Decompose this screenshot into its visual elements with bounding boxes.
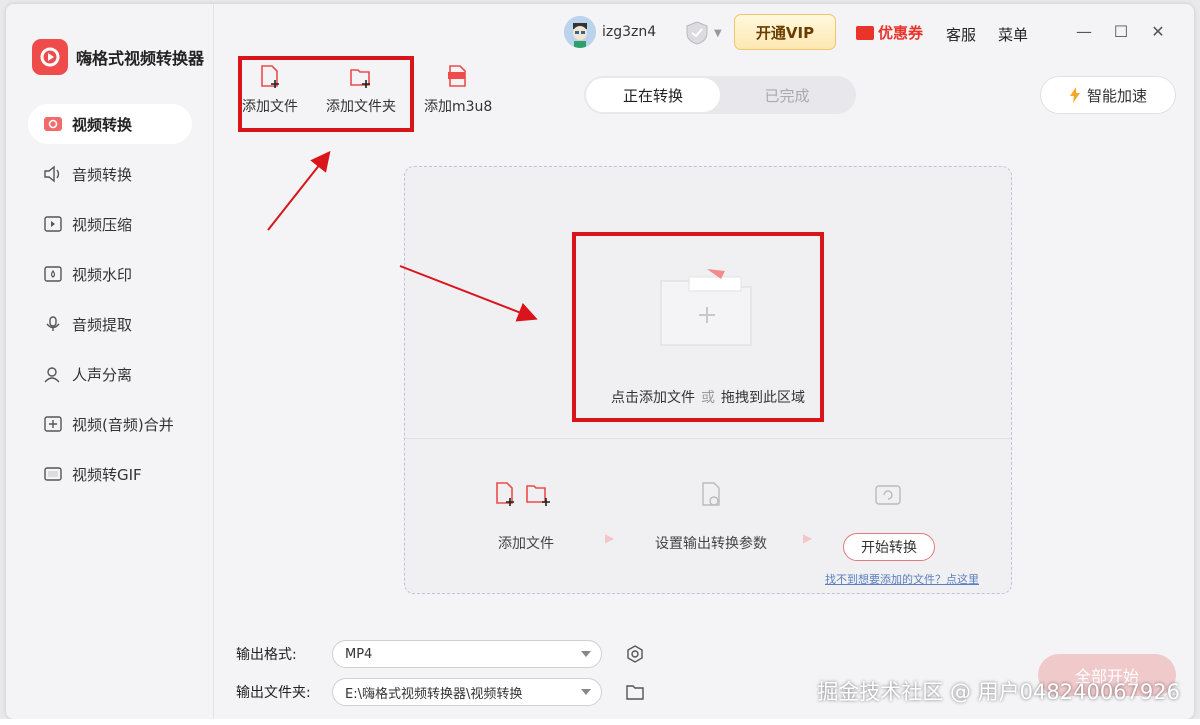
settings-gear-icon[interactable] (624, 643, 646, 665)
app-window: 嗨格式视频转换器 视频转换 音频转换 视频压缩 视频水印 音频提取 人声分离 视… (6, 4, 1194, 719)
output-format-row: 输出格式: MP4 (236, 640, 646, 668)
chevron-down-icon (581, 651, 591, 657)
output-format-label: 输出格式: (236, 647, 297, 663)
folder-open-icon[interactable] (624, 681, 646, 703)
output-folder-row: 输出文件夹: E:\嗨格式视频转换器\视频转换 (236, 678, 646, 706)
output-format-value: MP4 (345, 646, 373, 662)
watermark-text: 掘金技术社区 @ 用户048240067926 (817, 680, 1180, 704)
output-folder-value: E:\嗨格式视频转换器\视频转换 (345, 686, 523, 702)
output-format-select[interactable]: MP4 (332, 640, 602, 668)
bottom-strip (0, 719, 1200, 725)
output-folder-label: 输出文件夹: (236, 685, 311, 701)
chevron-down-icon (581, 689, 591, 695)
output-folder-select[interactable]: E:\嗨格式视频转换器\视频转换 (332, 678, 602, 706)
annotation-arrows (267, 150, 538, 322)
